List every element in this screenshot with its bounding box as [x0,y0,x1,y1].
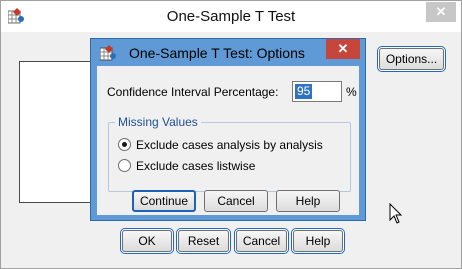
dialog-help-button[interactable]: Help [276,190,340,212]
dialog-help-button-label: Help [295,194,321,208]
main-cancel-button[interactable]: Cancel [236,230,287,252]
options-button[interactable]: Options... [379,48,444,70]
ci-percent-sign: % [346,85,357,99]
reset-button-label: Reset [187,234,220,248]
reset-button[interactable]: Reset [178,230,229,252]
main-help-button[interactable]: Help [293,230,343,252]
radio-label: Exclude cases listwise [136,159,256,173]
mouse-pointer-icon [389,202,403,225]
radio-exclude-listwise[interactable]: Exclude cases listwise [118,158,255,174]
radio-selected-icon[interactable] [118,138,131,151]
options-dialog-body: Confidence Interval Percentage: 95 % Mis… [97,66,359,215]
radio-unselected-icon[interactable] [118,159,131,172]
options-button-label: Options... [385,52,438,66]
main-close-button[interactable]: ✕ [426,2,456,22]
main-cancel-button-label: Cancel [242,234,281,248]
dialog-close-button[interactable]: ✕ [326,39,360,59]
options-dialog: One-Sample T Test: Options ✕ Confidence … [90,38,366,221]
continue-button-label: Continue [139,194,189,208]
options-dialog-title: One-Sample T Test: Options [129,45,305,61]
ok-button[interactable]: OK [122,230,172,252]
continue-button[interactable]: Continue [132,190,196,212]
ok-button-label: OK [138,234,156,248]
spss-app-icon [99,45,117,61]
dialog-cancel-button[interactable]: Cancel [204,190,268,212]
main-titlebar: One-Sample T Test ✕ [1,1,461,32]
missing-values-legend: Missing Values [115,115,201,129]
radio-label: Exclude cases analysis by analysis [136,138,323,152]
ci-percentage-value: 95 [295,84,313,99]
radio-exclude-analysis-by-analysis[interactable]: Exclude cases analysis by analysis [118,137,323,153]
main-help-button-label: Help [305,234,331,248]
ci-percentage-input[interactable]: 95 [292,81,342,102]
main-window-title: One-Sample T Test [166,8,296,25]
ci-percentage-label: Confidence Interval Percentage: [107,85,279,99]
dialog-cancel-button-label: Cancel [217,194,255,208]
missing-values-group [108,122,351,192]
